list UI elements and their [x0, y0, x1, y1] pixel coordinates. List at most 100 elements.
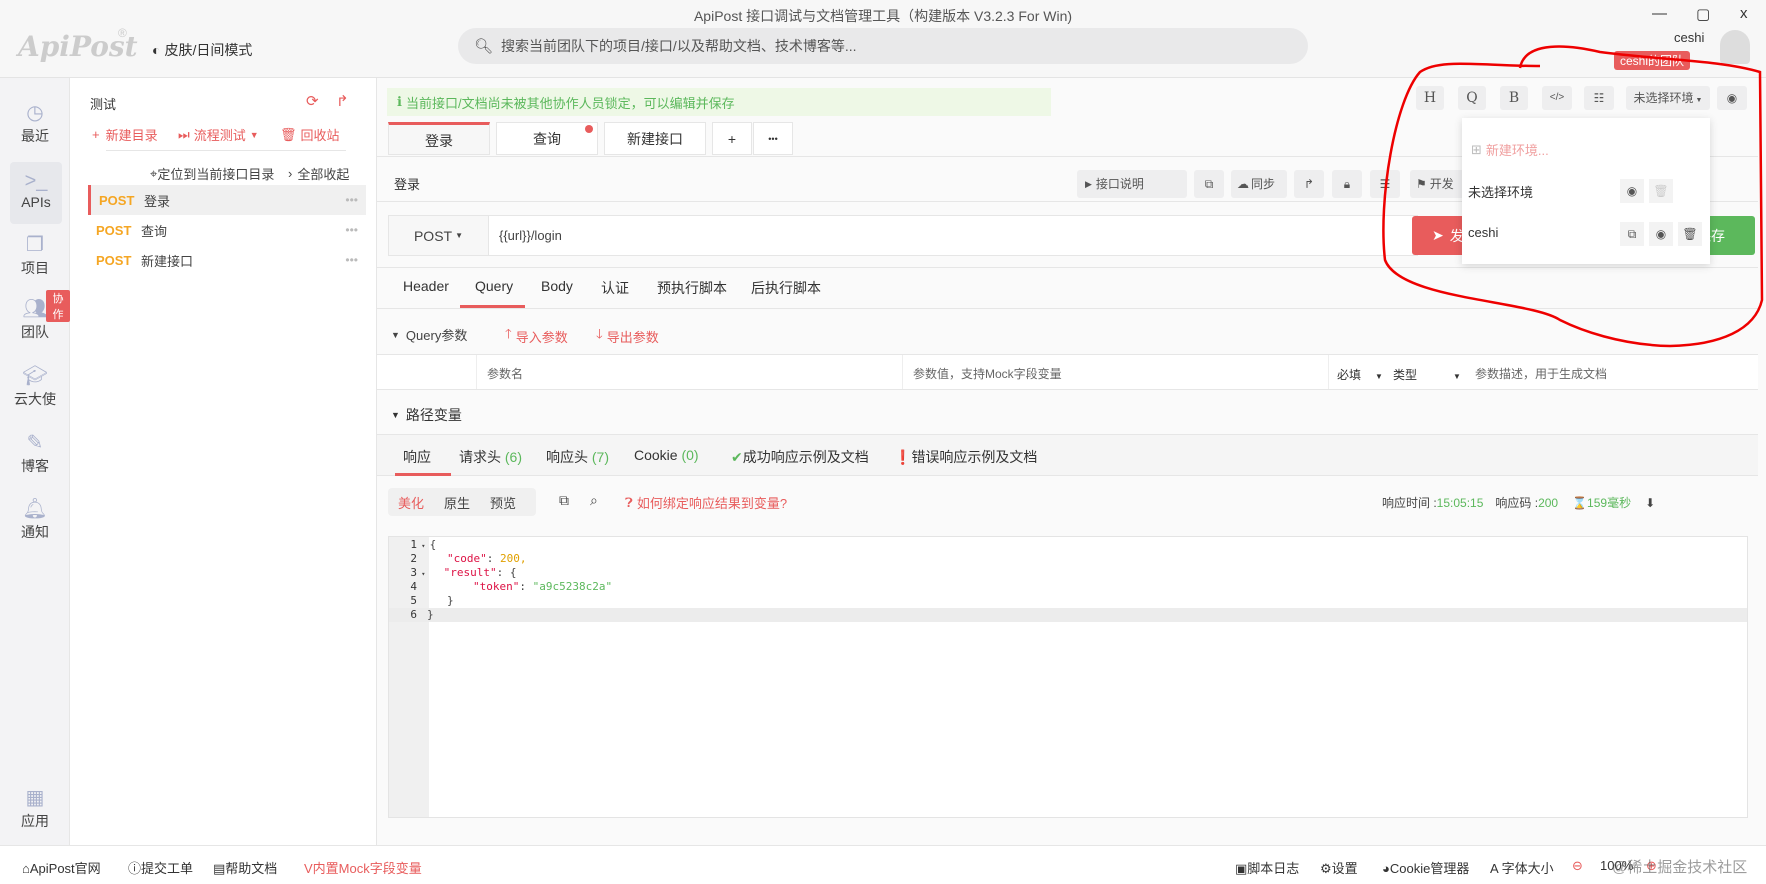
req-tab-pre-script[interactable]: 预执行脚本: [657, 278, 727, 298]
official-site-link[interactable]: ⌂ApiPost官网: [22, 858, 101, 877]
export-params-button[interactable]: 🡓 导出参数: [596, 325, 659, 347]
req-tab-query[interactable]: Query: [475, 278, 513, 294]
recycle-bin-button[interactable]: 🗑︎ 回收站: [280, 125, 340, 144]
param-desc-input[interactable]: 参数描述，用于生成文档: [1475, 365, 1607, 382]
h-button[interactable]: H: [1416, 86, 1444, 110]
sync-button[interactable]: ☁ 同步: [1231, 170, 1287, 198]
maximize-button[interactable]: ▢: [1696, 5, 1710, 23]
tab-new-api[interactable]: 新建接口: [604, 122, 706, 155]
more-icon[interactable]: •••: [345, 193, 358, 207]
view-preview[interactable]: 预览: [490, 493, 516, 512]
new-env-button[interactable]: ⊞ 新建环境...: [1471, 140, 1549, 159]
help-docs-link[interactable]: ▤帮助文档: [213, 858, 277, 877]
nav-ambassador[interactable]: 🎓︎ 云大使: [0, 363, 70, 409]
resp-tab-response[interactable]: 响应: [403, 447, 431, 467]
share-icon[interactable]: ↱: [1294, 170, 1324, 198]
resp-tab-resp-headers[interactable]: 响应头 (7): [546, 447, 609, 467]
tree-item[interactable]: POST 查询 •••: [88, 215, 366, 245]
question-icon: ⓘ: [128, 861, 142, 876]
eye-icon[interactable]: ◉: [1717, 86, 1747, 110]
collapse-all-button[interactable]: › 全部收起: [288, 164, 349, 183]
new-folder-button[interactable]: + 新建目录: [92, 125, 158, 144]
nav-team[interactable]: 协作 👥︎ 团队: [0, 290, 70, 342]
settings-button[interactable]: ⚙设置: [1320, 858, 1358, 877]
team-badge[interactable]: ceshi的团队: [1614, 51, 1691, 70]
download-icon[interactable]: ⬇: [1645, 496, 1655, 510]
more-icon[interactable]: •••: [345, 223, 358, 237]
more-icon[interactable]: •••: [345, 253, 358, 267]
search-icon[interactable]: ⌕: [590, 492, 598, 509]
doc-icon[interactable]: ☰: [1370, 170, 1400, 198]
locate-current-button[interactable]: ⌖ 定位到当前接口目录: [150, 164, 274, 183]
path-vars-toggle[interactable]: ▼ 路径变量: [391, 405, 462, 425]
close-button[interactable]: x: [1740, 5, 1748, 22]
eye-icon[interactable]: ◉: [1620, 179, 1644, 203]
nav-apps[interactable]: ▦ 应用: [0, 785, 70, 831]
type-select[interactable]: 类型 ▼: [1393, 366, 1461, 383]
query-section-toggle[interactable]: ▼ Query参数: [391, 325, 467, 344]
lock-icon[interactable]: 🔒︎: [1332, 170, 1362, 198]
required-select[interactable]: 必填 ▼: [1337, 366, 1383, 383]
share-icon[interactable]: ↱: [336, 92, 349, 110]
nav-recent[interactable]: ◷ 最近: [0, 100, 70, 146]
nav-apis[interactable]: >_ APIs: [10, 162, 62, 224]
code-button[interactable]: </>: [1542, 86, 1572, 110]
req-tab-body[interactable]: Body: [541, 278, 573, 294]
req-tab-header[interactable]: Header: [403, 278, 449, 294]
refresh-icon[interactable]: ⟳: [306, 92, 319, 110]
sliders-icon[interactable]: ☷: [1584, 86, 1614, 110]
copy-icon[interactable]: ⧉: [1194, 170, 1224, 198]
copy-icon[interactable]: ⧉: [559, 492, 569, 509]
tree-item[interactable]: POST 登录 •••: [88, 185, 366, 215]
nav-blog[interactable]: ✎ 博客: [0, 430, 70, 476]
tab-query[interactable]: 查询: [496, 122, 598, 155]
script-log-button[interactable]: ▣脚本日志: [1235, 858, 1299, 877]
log-icon: ▣: [1235, 861, 1248, 876]
minimize-button[interactable]: —: [1652, 5, 1667, 22]
api-doc-button[interactable]: ▶ 接口说明: [1077, 170, 1187, 198]
import-params-button[interactable]: 🡑 导入参数: [505, 325, 568, 347]
method-select[interactable]: POST ▼: [389, 216, 489, 255]
resp-tab-req-headers[interactable]: 请求头 (6): [459, 447, 522, 467]
env-item[interactable]: 未选择环境: [1468, 182, 1533, 201]
flow-test-button[interactable]: ⏭ 流程测试 ▼: [178, 125, 259, 144]
avatar[interactable]: [1720, 30, 1750, 64]
env-select[interactable]: 未选择环境 ▼: [1626, 86, 1710, 110]
resp-tab-error-example[interactable]: ❗错误响应示例及文档: [894, 447, 1037, 467]
global-search-input[interactable]: 🔍︎ 搜索当前团队下的项目/接口/以及帮助文档、技术博客等...: [458, 28, 1308, 64]
env-item[interactable]: ceshi: [1468, 225, 1498, 240]
q-button[interactable]: Q: [1458, 86, 1486, 110]
eye-icon[interactable]: ◉: [1649, 222, 1673, 246]
resp-tab-cookie[interactable]: Cookie (0): [634, 447, 699, 463]
resp-tab-success-example[interactable]: ✔成功响应示例及文档: [731, 447, 869, 467]
url-input[interactable]: {{url}}/login: [489, 228, 562, 243]
tab-login[interactable]: 登录: [388, 122, 490, 155]
sync-label: 同步: [1251, 177, 1276, 191]
param-value-input[interactable]: 参数值，支持Mock字段变量: [913, 365, 1062, 382]
response-editor[interactable]: 1 ▾ { 2 "code": 200, 3 ▾ "result": { 4 "to…: [388, 536, 1748, 818]
cookie-manager-button[interactable]: ◕Cookie管理器: [1382, 858, 1469, 877]
more-tabs-button[interactable]: •••: [753, 122, 793, 155]
add-tab-button[interactable]: +: [712, 122, 752, 155]
username[interactable]: ceshi: [1674, 30, 1704, 45]
tree-item[interactable]: POST 新建接口 •••: [88, 245, 366, 275]
mock-vars-link[interactable]: V内置Mock字段变量: [304, 858, 422, 877]
method-badge: POST: [99, 192, 135, 208]
zoom-out-icon[interactable]: ⊖: [1572, 858, 1583, 874]
copy-icon[interactable]: ⧉: [1620, 222, 1644, 246]
req-tab-auth[interactable]: 认证: [601, 278, 629, 298]
req-tab-post-script[interactable]: 后执行脚本: [751, 278, 821, 298]
bind-var-help-link[interactable]: ❓︎ 如何绑定响应结果到变量?: [625, 493, 787, 512]
active-tab-underline: [395, 473, 451, 476]
ticket-link[interactable]: ⓘ提交工单: [128, 858, 193, 877]
view-pretty[interactable]: 美化: [398, 493, 424, 512]
param-name-input[interactable]: 参数名: [487, 365, 523, 382]
b-button[interactable]: B: [1500, 86, 1528, 110]
watermark: @稀土掘金技术社区: [1612, 859, 1748, 876]
cloud-icon: ☁: [1237, 177, 1249, 191]
view-raw[interactable]: 原生: [444, 493, 470, 512]
nav-notify[interactable]: 🔔︎ 通知: [0, 496, 70, 542]
skin-toggle[interactable]: ◐ 皮肤/日间模式: [152, 40, 252, 60]
nav-projects[interactable]: ❐ 项目: [0, 232, 70, 278]
trash-icon[interactable]: 🗑︎: [1678, 222, 1702, 246]
